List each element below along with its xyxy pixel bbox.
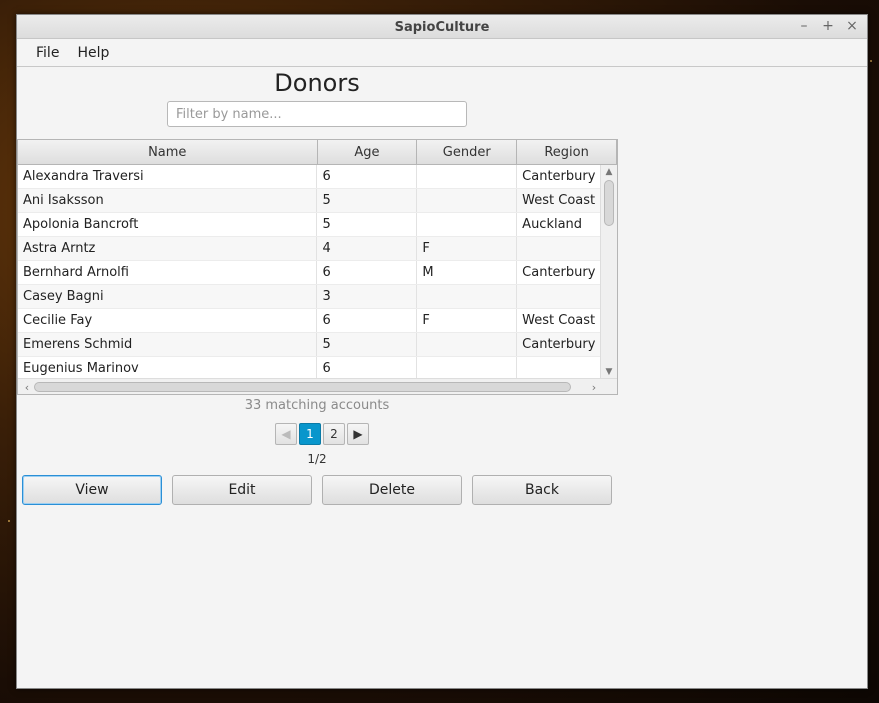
cell-name: Bernhard Arnolfi	[18, 261, 318, 284]
table-row[interactable]: Astra Arntz 4 F	[18, 237, 617, 261]
prev-page-icon[interactable]: ◀	[275, 423, 297, 445]
vertical-scroll-thumb[interactable]	[604, 180, 614, 226]
cell-age: 6	[317, 165, 418, 188]
cell-gender: F	[417, 237, 518, 260]
cell-age: 5	[317, 333, 418, 356]
matching-count: 33 matching accounts	[244, 398, 390, 413]
cell-gender	[417, 213, 518, 236]
view-button[interactable]: View	[22, 475, 162, 505]
title-bar: SapioCulture – + ×	[17, 15, 867, 39]
scroll-right-icon[interactable]: ›	[587, 380, 601, 394]
page-button-1[interactable]: 1	[299, 423, 321, 445]
maximize-icon[interactable]: +	[821, 18, 835, 34]
vertical-scrollbar[interactable]: ▲ ▼	[600, 165, 617, 379]
action-buttons: View Edit Delete Back	[22, 475, 612, 505]
background-star	[870, 60, 872, 62]
cell-name: Apolonia Bancroft	[18, 213, 318, 236]
page-indicator: 1/2	[307, 452, 327, 466]
cell-gender: F	[417, 309, 518, 332]
table-row[interactable]: Cecilie Fay 6 F West Coast	[18, 309, 617, 333]
page-button-2[interactable]: 2	[323, 423, 345, 445]
window-controls: – + ×	[797, 18, 859, 34]
table-row[interactable]: Emerens Schmid 5 Canterbury	[18, 333, 617, 357]
cell-gender	[417, 189, 518, 212]
window-title: SapioCulture	[394, 20, 490, 35]
column-header-name[interactable]: Name	[18, 140, 318, 164]
app-window: SapioCulture – + × File Help Donors Name…	[16, 14, 868, 689]
cell-gender	[417, 333, 518, 356]
next-page-icon[interactable]: ▶	[347, 423, 369, 445]
table-row[interactable]: Casey Bagni 3	[18, 285, 617, 309]
donors-table: Name Age Gender Region Alexandra Travers…	[17, 139, 618, 395]
close-icon[interactable]: ×	[845, 18, 859, 34]
table-row[interactable]: Bernhard Arnolfi 6 M Canterbury	[18, 261, 617, 285]
cell-name: Emerens Schmid	[18, 333, 318, 356]
back-button[interactable]: Back	[472, 475, 612, 505]
cell-name: Astra Arntz	[18, 237, 318, 260]
cell-gender	[417, 165, 518, 188]
cell-age: 5	[317, 213, 418, 236]
background-star	[8, 520, 10, 522]
table-row[interactable]: Ani Isaksson 5 West Coast	[18, 189, 617, 213]
cell-age: 6	[317, 261, 418, 284]
cell-name: Cecilie Fay	[18, 309, 318, 332]
cell-name: Alexandra Traversi	[18, 165, 318, 188]
column-header-region[interactable]: Region	[517, 140, 617, 164]
column-header-age[interactable]: Age	[318, 140, 418, 164]
filter-input[interactable]	[167, 101, 467, 127]
scroll-left-icon[interactable]: ‹	[20, 380, 34, 394]
cell-gender	[417, 285, 518, 308]
cell-age: 3	[317, 285, 418, 308]
cell-age: 6	[317, 309, 418, 332]
horizontal-scroll-thumb[interactable]	[34, 382, 571, 392]
delete-button[interactable]: Delete	[322, 475, 462, 505]
cell-name: Casey Bagni	[18, 285, 318, 308]
page-title: Donors	[274, 69, 360, 97]
cell-gender: M	[417, 261, 518, 284]
cell-gender	[417, 357, 518, 380]
table-row[interactable]: Apolonia Bancroft 5 Auckland	[18, 213, 617, 237]
menu-file[interactable]: File	[27, 41, 68, 65]
column-header-gender[interactable]: Gender	[417, 140, 518, 164]
cell-age: 5	[317, 189, 418, 212]
menu-help[interactable]: Help	[68, 41, 118, 65]
cell-name: Eugenius Marinov	[18, 357, 318, 380]
table-row[interactable]: Alexandra Traversi 6 Canterbury	[18, 165, 617, 189]
pagination: ◀ 1 2 ▶	[275, 423, 369, 445]
cell-name: Ani Isaksson	[18, 189, 318, 212]
minimize-icon[interactable]: –	[797, 18, 811, 34]
cell-age: 4	[317, 237, 418, 260]
table-header: Name Age Gender Region	[18, 140, 617, 165]
scroll-up-icon[interactable]: ▲	[601, 165, 617, 179]
horizontal-scrollbar[interactable]: ‹ ›	[18, 378, 617, 394]
cell-age: 6	[317, 357, 418, 380]
edit-button[interactable]: Edit	[172, 475, 312, 505]
scroll-down-icon[interactable]: ▼	[601, 365, 617, 379]
table-body: Alexandra Traversi 6 Canterbury Ani Isak…	[18, 165, 617, 381]
menu-bar: File Help	[17, 39, 867, 67]
